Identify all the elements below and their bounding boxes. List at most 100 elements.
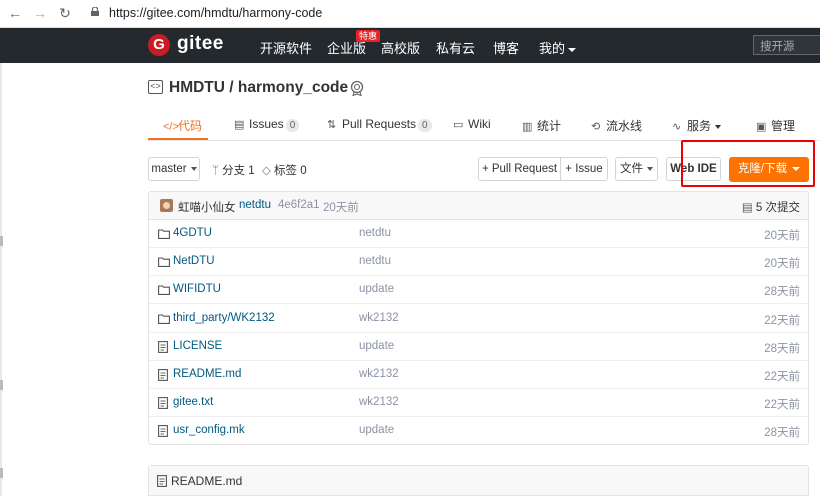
file-time: 22天前 [764, 371, 800, 383]
gitee-logo-icon[interactable]: G [148, 34, 170, 56]
new-issue-button[interactable]: + Issue [561, 158, 607, 180]
folder-icon [158, 229, 170, 239]
file-icon [158, 340, 168, 353]
file-name-link[interactable]: gitee.txt [173, 396, 213, 408]
folder-icon [158, 314, 170, 324]
avatar[interactable] [160, 199, 173, 212]
tab-code[interactable]: </>代码 [163, 117, 202, 134]
commit-message-link[interactable]: update [359, 283, 394, 295]
tab-pr-label: Pull Requests [342, 117, 417, 131]
nav-mine[interactable]: 我的 [539, 38, 577, 57]
browser-toolbar: ← → ↻ https://gitee.com/hmdtu/harmony-co… [0, 0, 820, 28]
commit-message-link[interactable]: netdtu [359, 255, 391, 267]
edge-marker [0, 468, 3, 478]
promo-badge: 特惠 [356, 30, 381, 42]
branches-count: 分支 1 [222, 165, 255, 177]
file-name-link[interactable]: LICENSE [173, 340, 222, 352]
tab-stats-label: 统计 [537, 119, 562, 133]
reload-icon[interactable]: ↻ [56, 4, 74, 22]
folder-icon [158, 285, 170, 296]
tab-manage[interactable]: ▣ 管理 [756, 117, 795, 134]
badge-icon[interactable] [349, 80, 365, 96]
commit-user[interactable]: netdtu [239, 199, 271, 211]
commit-count: 5 次提交 [755, 202, 800, 214]
nav-private-cloud[interactable]: 私有云 [436, 38, 475, 57]
tab-wiki[interactable]: ▭ Wiki [453, 117, 491, 131]
file-row[interactable]: README.md wk2132 22天前 [149, 361, 808, 389]
file-name-link[interactable]: third_party/WK2132 [173, 312, 275, 324]
tab-pipeline-label: 流水线 [606, 119, 643, 133]
nav-blog[interactable]: 博客 [493, 38, 519, 57]
folder-icon [158, 257, 170, 268]
readme-header: README.md [149, 466, 808, 496]
tab-stats[interactable]: ▥ 统计 [522, 117, 561, 134]
file-icon [157, 475, 167, 487]
file-list: 虹喵小仙女 netdtu 4e6f2a1 20天前 ▤ 5 次提交 4GDTU n… [148, 191, 809, 445]
tab-pipeline[interactable]: ⟲ 流水线 [591, 117, 642, 134]
branch-select[interactable]: master [148, 157, 200, 181]
pulse-icon: ∿ [672, 121, 682, 133]
edge-marker [0, 380, 3, 390]
file-row[interactable]: NetDTU netdtu 20天前 [149, 248, 808, 277]
file-name-link[interactable]: README.md [173, 368, 241, 380]
gitee-brand[interactable]: gitee [177, 33, 224, 55]
tags-link[interactable]: ◇ 标签 0 [262, 162, 307, 178]
commit-message-link[interactable]: update [359, 340, 394, 352]
address-bar[interactable]: https://gitee.com/hmdtu/harmony-code [109, 6, 322, 20]
search-input[interactable]: 搜开源 [753, 35, 820, 55]
annotation-highlight-box [681, 140, 815, 187]
commit-time: 20天前 [323, 202, 359, 214]
commit-author[interactable]: 虹喵小仙女 [178, 199, 236, 215]
pull-request-icon: ⇅ [327, 119, 337, 131]
commit-count-link[interactable]: ▤ 5 次提交 [742, 199, 800, 215]
file-time: 20天前 [764, 230, 800, 242]
nav-open-source[interactable]: 开源软件 [260, 38, 312, 57]
branch-label: master [151, 163, 187, 175]
commit-message-link[interactable]: wk2132 [359, 312, 399, 324]
file-row[interactable]: gitee.txt wk2132 22天前 [149, 389, 808, 418]
pr-issue-group: + Pull Request + Issue [478, 157, 608, 181]
commit-message-link[interactable]: wk2132 [359, 396, 399, 408]
file-time: 28天前 [764, 286, 800, 299]
settings-icon: ▣ [756, 121, 767, 133]
issues-icon: ▤ [234, 119, 245, 131]
repo-title[interactable]: HMDTU / harmony_code [169, 79, 348, 97]
bar-chart-icon: ▥ [522, 121, 533, 133]
tab-pull-requests[interactable]: ⇅ Pull Requests 0 [327, 117, 432, 132]
wiki-icon: ▭ [453, 119, 464, 131]
file-row[interactable]: usr_config.mk update 28天前 [149, 417, 808, 445]
forward-arrow-icon[interactable]: → [31, 4, 49, 22]
new-pull-request-button[interactable]: + Pull Request [479, 158, 560, 180]
file-name-link[interactable]: NetDTU [173, 255, 215, 267]
file-row[interactable]: 4GDTU netdtu 20天前 [149, 220, 808, 248]
file-time: 22天前 [764, 399, 800, 412]
file-name-link[interactable]: usr_config.mk [173, 424, 245, 436]
commit-message-link[interactable]: update [359, 424, 394, 436]
commit-message-link[interactable]: netdtu [359, 227, 391, 239]
file-icon [158, 425, 168, 438]
commit-message-link[interactable]: wk2132 [359, 368, 399, 380]
file-time: 28天前 [764, 342, 800, 355]
file-time: 20天前 [764, 258, 800, 271]
tab-issues-label: Issues [249, 117, 284, 131]
tags-count: 标签 0 [274, 165, 307, 177]
latest-commit-row: 虹喵小仙女 netdtu 4e6f2a1 20天前 ▤ 5 次提交 [149, 192, 808, 220]
tab-issues[interactable]: ▤ Issues 0 [234, 117, 300, 132]
file-menu-button[interactable]: 文件 [615, 157, 658, 181]
code-icon: </> [163, 121, 179, 133]
branches-link[interactable]: ᛘ 分支 1 [212, 162, 255, 178]
back-arrow-icon[interactable]: ← [6, 4, 24, 22]
file-row[interactable]: third_party/WK2132 wk2132 22天前 [149, 305, 808, 333]
file-row[interactable]: LICENSE update 28天前 [149, 333, 808, 361]
chevron-down-icon [190, 166, 197, 171]
commit-hash[interactable]: 4e6f2a1 [278, 199, 320, 211]
site-header: G gitee 开源软件 企业版 特惠 高校版 私有云 博客 我的 搜开源 [0, 28, 820, 63]
nav-education[interactable]: 高校版 [381, 38, 420, 57]
readme-title: README.md [171, 474, 243, 488]
file-time: 28天前 [764, 427, 800, 440]
tab-services[interactable]: ∿ 服务 [672, 117, 722, 134]
file-time: 22天前 [764, 314, 800, 327]
file-name-link[interactable]: WIFIDTU [173, 283, 221, 295]
file-name-link[interactable]: 4GDTU [173, 227, 212, 239]
file-row[interactable]: WIFIDTU update 28天前 [149, 276, 808, 305]
